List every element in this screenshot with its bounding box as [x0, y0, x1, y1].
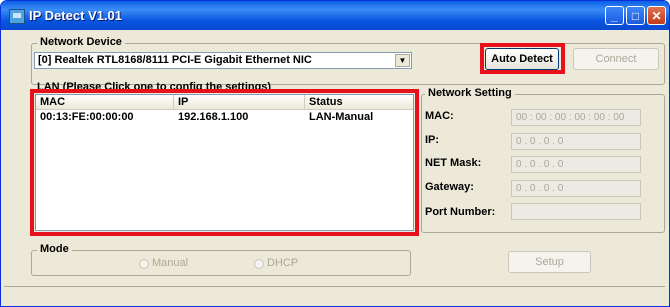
network-device-label: Network Device — [37, 36, 125, 48]
mac-label: MAC: — [425, 110, 454, 122]
minimize-icon[interactable]: _ — [605, 6, 624, 25]
ip-field[interactable]: 0 . 0 . 0 . 0 — [511, 133, 641, 150]
ip-label: IP: — [425, 134, 440, 146]
net-mask-label: NET Mask: — [425, 157, 482, 169]
network-device-value: [0] Realtek RTL8168/8111 PCI-E Gigabit E… — [38, 54, 312, 66]
port-number-label: Port Number: — [425, 206, 496, 218]
gateway-field[interactable]: 0 . 0 . 0 . 0 — [511, 180, 641, 197]
manual-radio[interactable] — [139, 259, 149, 269]
network-device-select[interactable]: [0] Realtek RTL8168/8111 PCI-E Gigabit E… — [34, 52, 412, 69]
dhcp-radio[interactable] — [254, 259, 264, 269]
app-icon — [9, 9, 25, 24]
manual-radio-label: Manual — [152, 257, 189, 269]
network-setting-label: Network Setting — [425, 87, 515, 99]
title-bar[interactable]: IP Detect V1.01 _ □ ✕ — [1, 1, 669, 30]
app-window: IP Detect V1.01 _ □ ✕ Network Device [0]… — [0, 0, 670, 307]
net-mask-field[interactable]: 0 . 0 . 0 . 0 — [511, 156, 641, 173]
chevron-down-icon[interactable]: ▼ — [395, 54, 410, 67]
maximize-icon[interactable]: □ — [626, 6, 645, 25]
gateway-label: Gateway: — [425, 181, 474, 193]
mode-group — [31, 250, 411, 276]
close-icon[interactable]: ✕ — [647, 6, 666, 25]
dhcp-radio-label: DHCP — [267, 257, 299, 269]
highlight-box-lan-list — [30, 89, 419, 236]
highlight-box-auto-detect — [480, 43, 565, 74]
setup-button[interactable]: Setup — [508, 251, 591, 273]
window-title: IP Detect V1.01 — [29, 8, 122, 23]
connect-button[interactable]: Connect — [573, 48, 659, 70]
port-number-field[interactable] — [511, 203, 641, 220]
status-bar — [4, 286, 665, 304]
mode-label: Mode — [37, 243, 72, 255]
mac-field[interactable]: 00 : 00 : 00 : 00 : 00 : 00 — [511, 109, 641, 126]
